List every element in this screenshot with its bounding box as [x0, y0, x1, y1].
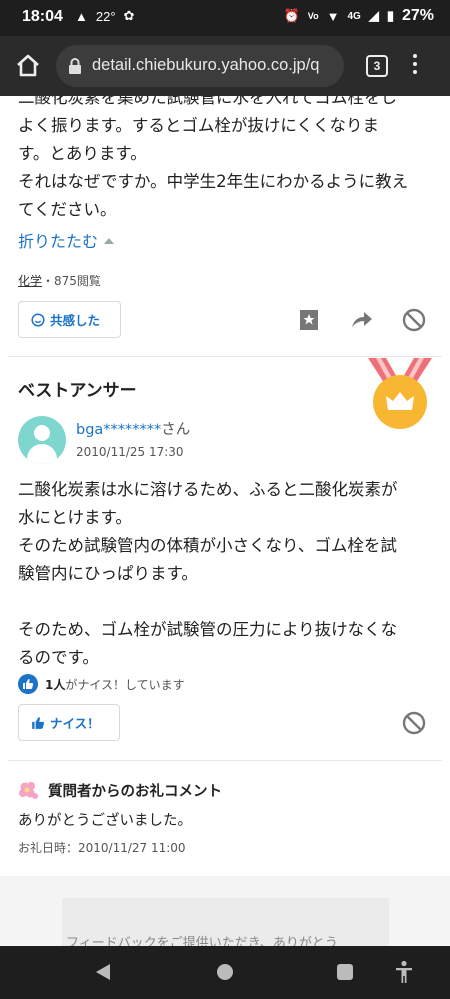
status-bar: 18:04 ▲ 22° ✿ ⏰ Vo ▼ 4G ◢ ▮ 27%	[0, 0, 450, 36]
network-type: 4G	[347, 10, 361, 22]
answer-text: 二酸化炭素は水に溶けるため、ふると二酸化炭素が 水にとけます。 そのため試験管内…	[18, 480, 398, 667]
question-line: てください。	[18, 200, 117, 219]
question-line: よく振ります。するとゴム栓が抜けにくくなりま	[18, 116, 380, 135]
category-link[interactable]: 化学	[18, 274, 42, 288]
alarm-icon: ⏰	[283, 8, 300, 23]
flower-icon	[19, 781, 38, 799]
honorific: さん	[161, 422, 191, 438]
overflow-menu-icon[interactable]	[412, 54, 418, 78]
empathy-button[interactable]: 共感した	[18, 301, 121, 338]
thumbs-up-icon	[32, 716, 45, 729]
thanks-title-text: 質問者からのお礼コメント	[48, 784, 222, 800]
wifi-icon: ▼	[326, 8, 340, 24]
status-time: 18:04	[22, 8, 63, 25]
question-line: それはなぜですか。中学生2年生にわかるように教え	[18, 172, 409, 191]
thanks-text: ありがとうございました。	[18, 813, 192, 829]
page-content: 二酸化炭素を集めた試験管に水を入れてゴム栓をし よく振ります。するとゴム栓が抜け…	[0, 96, 450, 946]
home-icon[interactable]	[14, 52, 42, 80]
app-notification-icon: ✿	[123, 8, 135, 23]
best-answer-title: ベストアンサー	[18, 381, 137, 401]
question-line: 二酸化炭素を集めた試験管に水を入れてゴム栓をし	[18, 96, 398, 107]
question-text: 二酸化炭素を集めた試験管に水を入れてゴム栓をし よく振ります。するとゴム栓が抜け…	[18, 96, 438, 224]
temperature-text: 22°	[95, 8, 116, 24]
lock-icon	[69, 58, 81, 74]
answerer-name[interactable]: bga********さん	[76, 418, 190, 439]
section-divider	[8, 356, 442, 357]
caret-up-icon	[104, 238, 115, 244]
system-nav-bar	[0, 946, 450, 999]
view-count: ・875閲覧	[42, 274, 101, 288]
like-summary: 1人がナイス！しています	[18, 674, 185, 694]
nice-label: ナイス！	[50, 716, 100, 731]
thanks-date: お礼日時：2010/11/27 11:00	[18, 841, 186, 855]
question-meta: 化学・875閲覧	[18, 272, 101, 289]
alert-icon: ▲	[75, 8, 88, 24]
home-nav-icon[interactable]	[217, 964, 233, 980]
tab-switcher-button[interactable]: 3	[366, 55, 388, 77]
thanks-title: 質問者からのお礼コメント	[18, 780, 222, 801]
answer-date: 2010/11/25 17:30	[76, 445, 184, 459]
answerer-id: bga********	[76, 422, 162, 438]
smile-icon	[31, 312, 45, 327]
thumbs-up-icon	[18, 674, 38, 694]
share-icon[interactable]	[349, 307, 375, 333]
like-suffix: がナイス！しています	[65, 677, 185, 692]
report-icon[interactable]	[401, 307, 427, 333]
like-count: 1人	[45, 677, 66, 692]
collapse-link[interactable]: 折りたたむ	[18, 228, 115, 252]
collapse-label: 折りたたむ	[18, 232, 99, 251]
status-right-icons: ⏰ Vo ▼ 4G ◢ ▮ 27%	[284, 7, 434, 25]
empathy-label: 共感した	[50, 313, 101, 328]
battery-percent: 27%	[401, 7, 434, 24]
section-divider	[8, 760, 442, 761]
url-text: detail.chiebukuro.yahoo.co.jp/q	[92, 56, 320, 74]
battery-icon: ▮	[386, 8, 394, 23]
volte-icon: Vo	[307, 11, 319, 21]
address-bar[interactable]: detail.chiebukuro.yahoo.co.jp/q	[56, 45, 344, 87]
back-icon[interactable]	[96, 964, 110, 980]
recents-icon[interactable]	[337, 964, 353, 980]
feedback-text: フィードバックをご提供いただき、ありがとう	[66, 936, 338, 946]
best-answer-medal-icon	[368, 358, 432, 429]
nice-button[interactable]: ナイス！	[18, 704, 120, 741]
avatar	[18, 416, 66, 464]
question-line: す。とあります。	[18, 144, 147, 163]
bookmark-icon[interactable]	[296, 307, 322, 333]
accessibility-icon[interactable]	[394, 960, 414, 984]
browser-toolbar: detail.chiebukuro.yahoo.co.jp/q 3	[0, 36, 450, 96]
report-icon[interactable]	[401, 710, 427, 736]
status-left-icons: ▲ 22° ✿	[75, 8, 134, 24]
signal-icon: ◢	[368, 8, 379, 23]
